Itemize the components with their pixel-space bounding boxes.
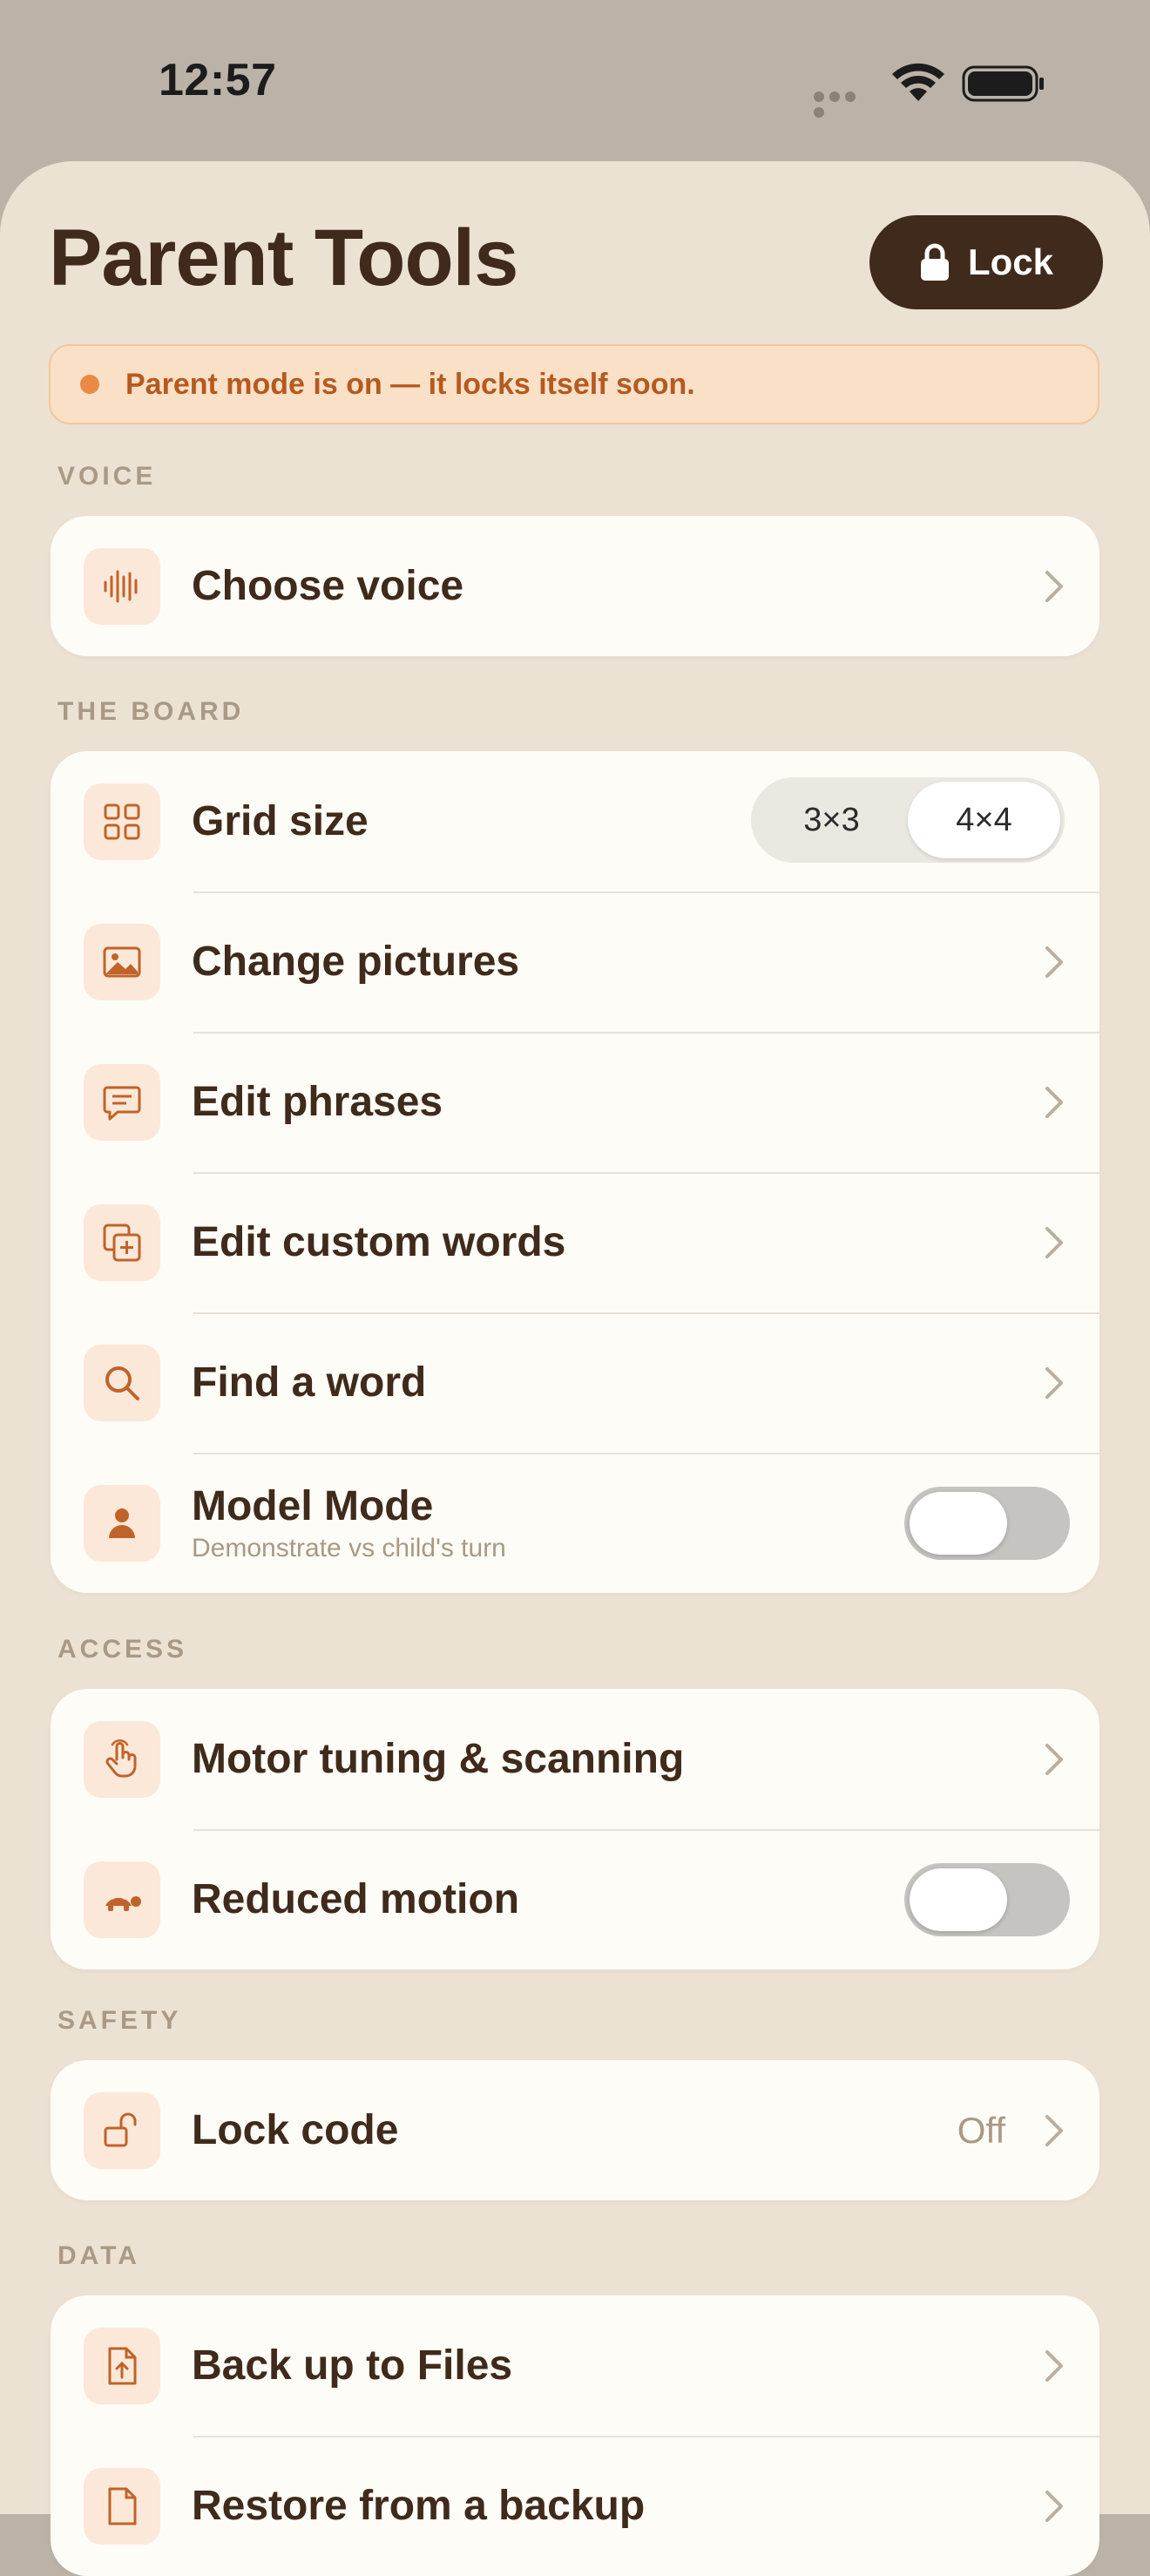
row-label: Change pictures — [192, 939, 520, 985]
grid-size-segmented-control: 3×3 4×4 — [751, 777, 1065, 863]
voice-card: Choose voice — [51, 516, 1099, 656]
grid-size-option-4x4[interactable]: 4×4 — [908, 782, 1060, 858]
section-label-safety: SAFETY — [58, 2006, 182, 2035]
row-edit-custom-words[interactable]: Edit custom words — [51, 1172, 1099, 1312]
battery-icon — [962, 65, 1044, 102]
section-label-voice: VOICE — [58, 462, 157, 491]
row-label: Restore from a backup — [192, 2483, 646, 2529]
status-time: 12:57 — [159, 55, 277, 105]
row-label: Reduced motion — [192, 1876, 520, 1922]
status-bar: 12:57 — [0, 0, 1150, 166]
row-label: Lock code — [192, 2107, 399, 2153]
row-label: Grid size — [192, 798, 369, 844]
chevron-right-icon — [1045, 1086, 1063, 1118]
row-back-up-to-files[interactable]: Back up to Files — [51, 2295, 1099, 2436]
chevron-right-icon — [1045, 2114, 1063, 2146]
row-label: Motor tuning & scanning — [192, 1736, 685, 1782]
photo-icon — [84, 923, 160, 1000]
search-icon — [84, 1344, 160, 1421]
row-label: Model Mode — [192, 1483, 434, 1529]
row-restore-from-backup[interactable]: Restore from a backup — [51, 2436, 1099, 2576]
row-label: Choose voice — [192, 563, 464, 609]
file-upload-icon — [84, 2327, 160, 2404]
data-card: Back up to Files Restore from a backup — [51, 2295, 1099, 2576]
board-card: Grid size 3×3 4×4 Change pictures Edit p… — [51, 751, 1099, 1593]
row-find-a-word[interactable]: Find a word — [51, 1312, 1099, 1453]
reduced-motion-toggle[interactable] — [904, 1862, 1070, 1936]
chevron-right-icon — [1045, 1226, 1063, 1258]
section-label-access: ACCESS — [58, 1635, 188, 1664]
grid-size-option-3x3[interactable]: 3×3 — [755, 782, 908, 858]
lock-icon — [920, 243, 949, 281]
row-edit-phrases[interactable]: Edit phrases — [51, 1032, 1099, 1172]
status-dot-icon — [80, 375, 99, 394]
grid-icon — [84, 783, 160, 860]
chevron-right-icon — [1045, 946, 1063, 978]
parent-mode-banner: Parent mode is on — it locks itself soon… — [49, 344, 1099, 424]
unlock-icon — [84, 2091, 160, 2169]
row-label: Back up to Files — [192, 2342, 513, 2389]
section-label-board: THE BOARD — [58, 697, 245, 726]
wifi-icon — [892, 63, 944, 101]
model-mode-toggle[interactable] — [904, 1486, 1070, 1560]
row-model-mode: Model Mode Demonstrate vs child's turn — [51, 1453, 1099, 1593]
row-label: Edit phrases — [192, 1079, 443, 1125]
row-lock-code[interactable]: Lock code Off — [51, 2060, 1099, 2200]
lock-button[interactable]: Lock — [869, 215, 1103, 309]
chevron-right-icon — [1045, 1366, 1063, 1399]
toggle-knob — [910, 1491, 1007, 1555]
person-icon — [84, 1484, 160, 1562]
page-title: Parent Tools — [49, 214, 518, 302]
chevron-right-icon — [1045, 570, 1063, 602]
row-reduced-motion: Reduced motion — [51, 1829, 1099, 1969]
model-mode-text: Model Mode Demonstrate vs child's turn — [192, 1482, 506, 1563]
chevron-right-icon — [1045, 2490, 1063, 2522]
row-motor-tuning[interactable]: Motor tuning & scanning — [51, 1689, 1099, 1829]
chevron-right-icon — [1045, 1743, 1063, 1775]
section-label-data: DATA — [58, 2241, 140, 2270]
lock-code-value: Off — [957, 2109, 1005, 2151]
toggle-knob — [910, 1868, 1007, 1931]
access-card: Motor tuning & scanning Reduced motion — [51, 1689, 1099, 1969]
row-label: Find a word — [192, 1359, 427, 1406]
row-choose-voice[interactable]: Choose voice — [51, 516, 1099, 656]
cellular-signal-icon — [814, 91, 875, 118]
turtle-icon — [84, 1861, 160, 1938]
row-label: Edit custom words — [192, 1219, 566, 1265]
waveform-icon — [84, 547, 160, 625]
chevron-right-icon — [1045, 2349, 1063, 2382]
banner-text: Parent mode is on — it locks itself soon… — [125, 367, 695, 401]
add-square-icon — [84, 1203, 160, 1281]
row-grid-size: Grid size 3×3 4×4 — [51, 751, 1099, 891]
row-sublabel: Demonstrate vs child's turn — [192, 1534, 506, 1563]
safety-card: Lock code Off — [51, 2060, 1099, 2200]
hand-tap-icon — [84, 1720, 160, 1798]
lock-button-label: Lock — [967, 241, 1054, 282]
row-change-pictures[interactable]: Change pictures — [51, 891, 1099, 1032]
speech-bubble-icon — [84, 1063, 160, 1141]
file-download-icon — [84, 2467, 160, 2545]
